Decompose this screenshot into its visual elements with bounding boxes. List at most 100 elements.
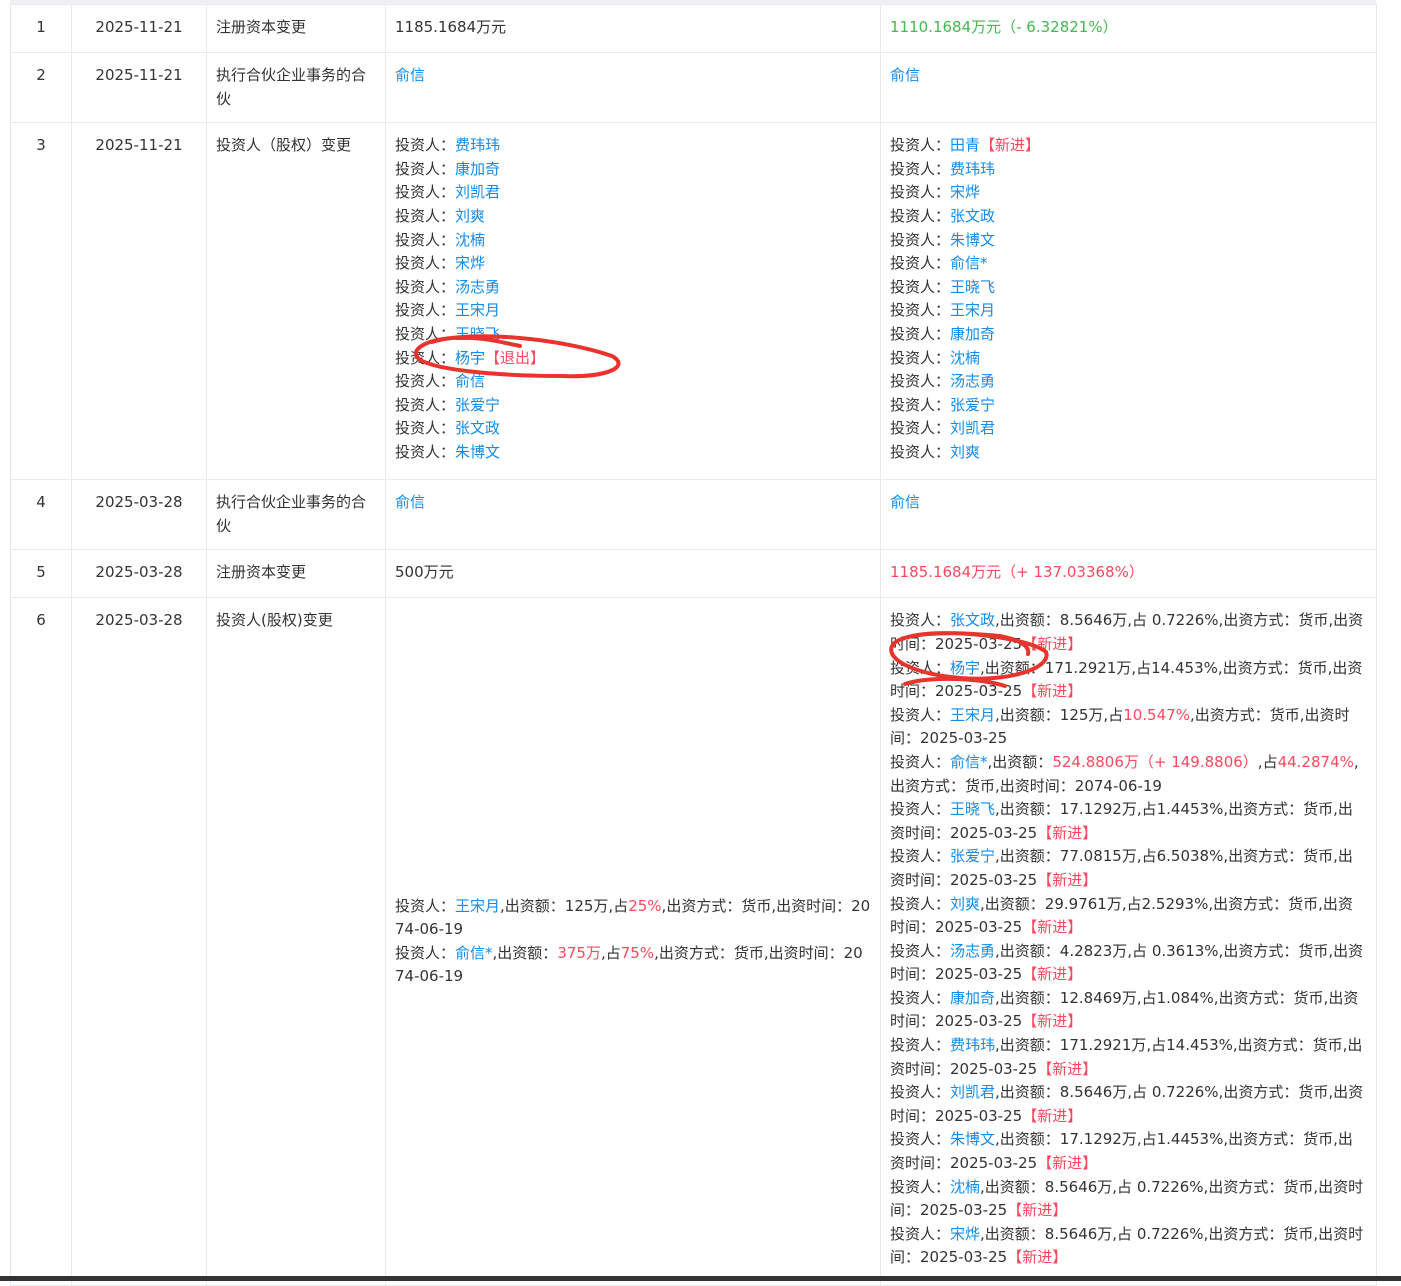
change-date: 2025-03-28 bbox=[71, 597, 207, 1286]
investor-label: 投资人： bbox=[890, 372, 951, 391]
investor-label: 投资人： bbox=[395, 324, 456, 343]
investor-line: 投资人：费玮玮,出资额：171.2921万,占14.453%,出资方式：货币,出… bbox=[890, 1034, 1367, 1081]
investor-line: 投资人：康加奇,出资额：12.8469万,占1.084%,出资方式：货币,出资时… bbox=[890, 987, 1367, 1034]
new-tag: 【新进】 bbox=[1037, 823, 1098, 842]
investor-label: 投资人： bbox=[890, 1177, 951, 1196]
investor-line: 投资人：费玮玮 bbox=[395, 134, 871, 158]
investor-line: 投资人：朱博文 bbox=[395, 441, 871, 465]
change-item: 执行合伙企业事务的合伙 bbox=[206, 51, 386, 124]
investor-label: 投资人： bbox=[890, 1224, 951, 1243]
investor-label: 投资人： bbox=[890, 230, 951, 249]
investor-link[interactable]: 沈楠 bbox=[950, 349, 980, 367]
investor-line: 投资人：宋烨,出资额：8.5646万,占 0.7226%,出资方式：货币,出资时… bbox=[890, 1223, 1367, 1270]
investor-label: 投资人： bbox=[395, 277, 456, 296]
investor-link[interactable]: 康加奇 bbox=[950, 325, 995, 343]
investor-link[interactable]: 张文政 bbox=[950, 207, 995, 225]
investor-line: 投资人：张爱宁 bbox=[395, 394, 871, 418]
partner-link[interactable]: 俞信 bbox=[395, 66, 425, 84]
investor-link[interactable]: 康加奇 bbox=[950, 989, 995, 1007]
investor-link[interactable]: 刘爽 bbox=[950, 895, 980, 913]
investor-link[interactable]: 张爱宁 bbox=[950, 396, 995, 414]
investor-link[interactable]: 汤志勇 bbox=[950, 372, 995, 390]
investor-line: 投资人：刘凯君 bbox=[395, 181, 871, 205]
investor-line: 投资人：王晓飞,出资额：17.1292万,占1.4453%,出资方式：货币,出资… bbox=[890, 798, 1367, 845]
investor-label: 投资人： bbox=[890, 1083, 951, 1102]
before-content: 投资人：费玮玮 投资人：康加奇 投资人：刘凯君 投资人：刘爽 投资人：沈楠 投资… bbox=[385, 122, 881, 481]
investor-link[interactable]: 王晓飞 bbox=[950, 278, 995, 296]
investor-label: 投资人： bbox=[890, 348, 951, 367]
investor-link[interactable]: 王晓飞 bbox=[455, 325, 500, 343]
investor-link[interactable]: 王宋月 bbox=[455, 897, 500, 915]
after-content: 1110.1684万元（- 6.32821%） bbox=[880, 4, 1377, 53]
investor-link[interactable]: 王宋月 bbox=[455, 301, 500, 319]
partner-link[interactable]: 俞信 bbox=[890, 66, 920, 84]
investor-link[interactable]: 费玮玮 bbox=[455, 136, 500, 154]
investor-link[interactable]: 张爱宁 bbox=[950, 847, 995, 865]
investor-link[interactable]: 田青 bbox=[950, 136, 980, 154]
investor-link[interactable]: 刘凯君 bbox=[950, 419, 995, 437]
before-content: 俞信 bbox=[385, 479, 881, 551]
investor-link[interactable]: 朱博文 bbox=[950, 1130, 995, 1148]
table-row: 3 2025-11-21 投资人（股权）变更 投资人：费玮玮 投资人：康加奇 投… bbox=[10, 122, 1377, 481]
investor-link[interactable]: 宋烨 bbox=[950, 1225, 980, 1243]
investor-link[interactable]: 费玮玮 bbox=[950, 1036, 995, 1054]
investor-line: 投资人：张爱宁 bbox=[890, 394, 1367, 418]
investor-line: 投资人：王晓飞 bbox=[395, 323, 871, 347]
investor-label: 投资人： bbox=[395, 943, 456, 962]
investor-link[interactable]: 张文政 bbox=[950, 611, 995, 629]
investor-label: 投资人： bbox=[395, 206, 456, 225]
investor-link[interactable]: 刘爽 bbox=[950, 443, 980, 461]
change-date: 2025-11-21 bbox=[71, 122, 207, 481]
investor-link[interactable]: 刘爽 bbox=[455, 207, 485, 225]
after-content: 俞信 bbox=[880, 479, 1377, 551]
investor-link[interactable]: 俞信* bbox=[950, 254, 988, 272]
investor-link[interactable]: 张文政 bbox=[455, 419, 500, 437]
investor-line: 投资人：宋烨 bbox=[395, 252, 871, 276]
new-tag: 【新进】 bbox=[1037, 1059, 1098, 1078]
investor-link[interactable]: 俞信 bbox=[455, 372, 485, 390]
investor-link[interactable]: 康加奇 bbox=[455, 160, 500, 178]
new-tag: 【新进】 bbox=[1007, 1248, 1068, 1267]
investor-link[interactable]: 杨宇 bbox=[455, 349, 485, 367]
investor-link[interactable]: 汤志勇 bbox=[455, 278, 500, 296]
investor-link[interactable]: 沈楠 bbox=[950, 1178, 980, 1196]
investor-link[interactable]: 朱博文 bbox=[950, 231, 995, 249]
change-date: 2025-03-28 bbox=[71, 549, 207, 599]
investor-link[interactable]: 刘凯君 bbox=[455, 183, 500, 201]
investor-label: 投资人： bbox=[890, 941, 951, 960]
investor-link[interactable]: 刘凯君 bbox=[950, 1083, 995, 1101]
investor-line: 投资人：王宋月,出资额：125万,占10.547%,出资方式：货币,出资时间：2… bbox=[890, 704, 1367, 751]
investor-link[interactable]: 王宋月 bbox=[950, 706, 995, 724]
new-tag: 【新进】 bbox=[1022, 965, 1083, 984]
investor-link[interactable]: 张爱宁 bbox=[455, 396, 500, 414]
change-date: 2025-11-21 bbox=[71, 4, 207, 53]
investor-link[interactable]: 宋烨 bbox=[950, 183, 980, 201]
investor-link[interactable]: 俞信* bbox=[950, 753, 988, 771]
investor-link[interactable]: 费玮玮 bbox=[950, 160, 995, 178]
investor-label: 投资人： bbox=[395, 230, 456, 249]
investor-detail: ,出资额： bbox=[492, 943, 558, 962]
investor-line: 投资人：刘凯君 bbox=[890, 417, 1367, 441]
investor-label: 投资人： bbox=[395, 136, 456, 155]
investor-line: 投资人：沈楠 bbox=[890, 347, 1367, 371]
investor-line: 投资人：王晓飞 bbox=[890, 276, 1367, 300]
row-number: 2 bbox=[10, 51, 72, 124]
investor-link[interactable]: 俞信* bbox=[455, 944, 493, 962]
investor-line: 投资人：刘爽 bbox=[395, 205, 871, 229]
investor-line: 投资人：沈楠 bbox=[395, 229, 871, 253]
investor-label: 投资人： bbox=[890, 1130, 951, 1149]
investor-link[interactable]: 宋烨 bbox=[455, 254, 485, 272]
investor-link[interactable]: 沈楠 bbox=[455, 231, 485, 249]
bottom-edge bbox=[0, 1276, 1401, 1281]
investor-link[interactable]: 王宋月 bbox=[950, 301, 995, 319]
partner-link[interactable]: 俞信 bbox=[890, 493, 920, 511]
investor-link[interactable]: 杨宇 bbox=[950, 659, 980, 677]
investor-link[interactable]: 汤志勇 bbox=[950, 942, 995, 960]
investor-link[interactable]: 朱博文 bbox=[455, 443, 500, 461]
investor-highlight: 10.547% bbox=[1123, 705, 1190, 724]
investor-label: 投资人： bbox=[890, 324, 951, 343]
investor-line: 投资人：王宋月 bbox=[395, 299, 871, 323]
new-tag: 【新进】 bbox=[1022, 1012, 1083, 1031]
partner-link[interactable]: 俞信 bbox=[395, 493, 425, 511]
investor-link[interactable]: 王晓飞 bbox=[950, 800, 995, 818]
